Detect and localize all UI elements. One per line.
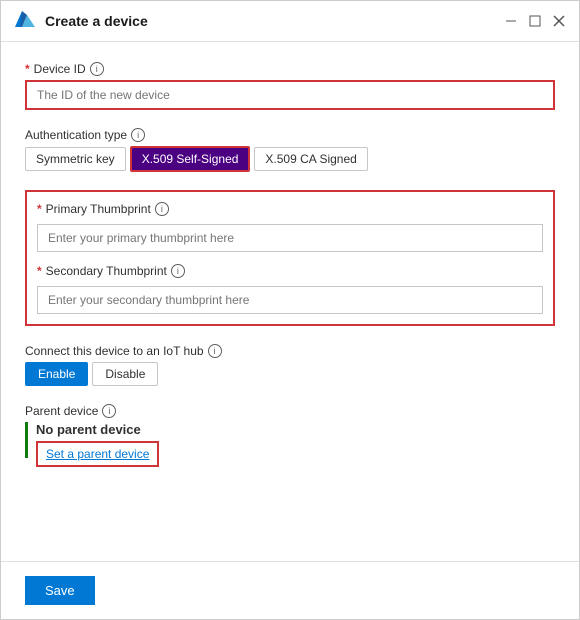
maximize-button[interactable] — [527, 13, 543, 29]
connect-hub-label: Connect this device to an IoT hub i — [25, 344, 555, 358]
save-button[interactable]: Save — [25, 576, 95, 605]
parent-device-content: No parent device Set a parent device — [36, 422, 159, 467]
create-device-window: Create a device * Device ID i — [0, 0, 580, 620]
form-content: * Device ID i Authentication type i Symm… — [1, 42, 579, 561]
no-parent-label: No parent device — [36, 422, 159, 437]
primary-thumbprint-input[interactable] — [37, 224, 543, 252]
parent-device-group: Parent device i No parent device Set a p… — [25, 404, 555, 467]
window-title: Create a device — [45, 13, 503, 29]
auth-x509-ca-signed-button[interactable]: X.509 CA Signed — [254, 147, 367, 171]
disable-button[interactable]: Disable — [92, 362, 158, 386]
auth-type-group: Authentication type i Symmetric key X.50… — [25, 128, 555, 172]
connect-hub-toggle: Enable Disable — [25, 362, 555, 386]
window-controls — [503, 13, 567, 29]
parent-device-info-icon[interactable]: i — [102, 404, 116, 418]
parent-section: No parent device Set a parent device — [25, 422, 555, 467]
connect-hub-info-icon[interactable]: i — [208, 344, 222, 358]
close-button[interactable] — [551, 13, 567, 29]
auth-type-label: Authentication type i — [25, 128, 555, 142]
device-id-group: * Device ID i — [25, 62, 555, 110]
primary-thumbprint-label: * Primary Thumbprint i — [37, 202, 543, 216]
app-logo — [13, 9, 37, 33]
secondary-thumbprint-group: * Secondary Thumbprint i — [37, 264, 543, 314]
thumbprint-section: * Primary Thumbprint i * Secondary Thumb… — [25, 190, 555, 326]
primary-thumbprint-info-icon[interactable]: i — [155, 202, 169, 216]
device-id-info-icon[interactable]: i — [90, 62, 104, 76]
auth-x509-self-signed-button[interactable]: X.509 Self-Signed — [130, 146, 251, 172]
required-star-secondary: * — [37, 264, 42, 278]
required-star: * — [25, 62, 30, 76]
secondary-thumbprint-label: * Secondary Thumbprint i — [37, 264, 543, 278]
device-id-input[interactable] — [25, 80, 555, 110]
enable-button[interactable]: Enable — [25, 362, 88, 386]
parent-device-label: Parent device i — [25, 404, 555, 418]
title-bar: Create a device — [1, 1, 579, 42]
required-star-primary: * — [37, 202, 42, 216]
primary-thumbprint-group: * Primary Thumbprint i — [37, 202, 543, 252]
form-footer: Save — [1, 561, 579, 619]
device-id-label: * Device ID i — [25, 62, 555, 76]
secondary-thumbprint-info-icon[interactable]: i — [171, 264, 185, 278]
connect-hub-group: Connect this device to an IoT hub i Enab… — [25, 344, 555, 386]
set-parent-device-link[interactable]: Set a parent device — [36, 441, 159, 467]
parent-bar-indicator — [25, 422, 28, 458]
auth-type-info-icon[interactable]: i — [131, 128, 145, 142]
secondary-thumbprint-input[interactable] — [37, 286, 543, 314]
minimize-button[interactable] — [503, 13, 519, 29]
auth-symmetric-key-button[interactable]: Symmetric key — [25, 147, 126, 171]
auth-type-buttons: Symmetric key X.509 Self-Signed X.509 CA… — [25, 146, 555, 172]
